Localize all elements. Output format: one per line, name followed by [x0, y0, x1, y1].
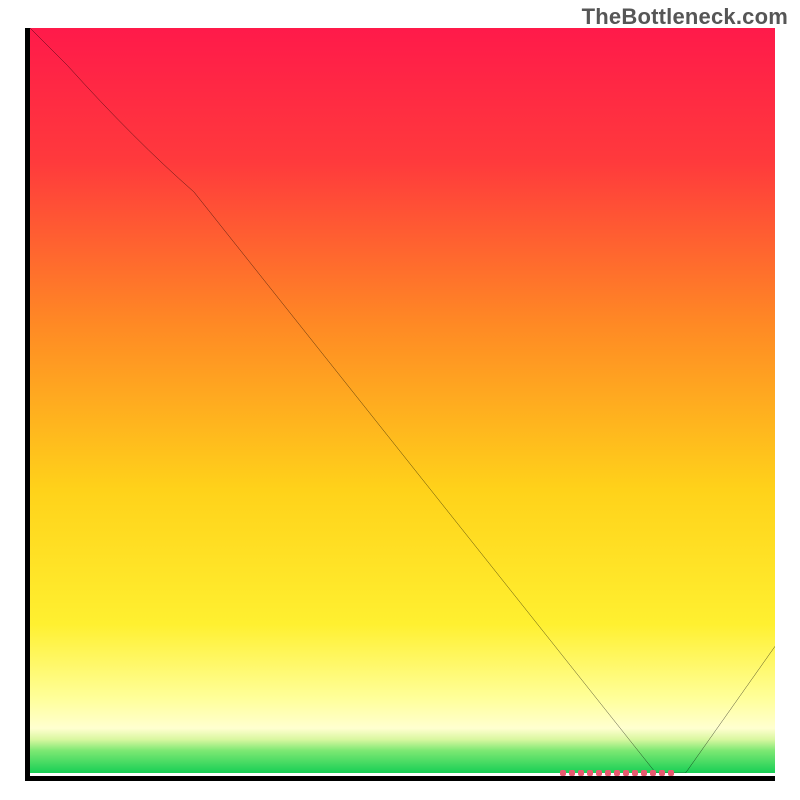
highlight-band	[560, 767, 680, 779]
chart-container: TheBottleneck.com	[0, 0, 800, 800]
watermark-label: TheBottleneck.com	[582, 4, 788, 30]
curve-line	[30, 28, 775, 773]
plot-area	[25, 28, 775, 781]
